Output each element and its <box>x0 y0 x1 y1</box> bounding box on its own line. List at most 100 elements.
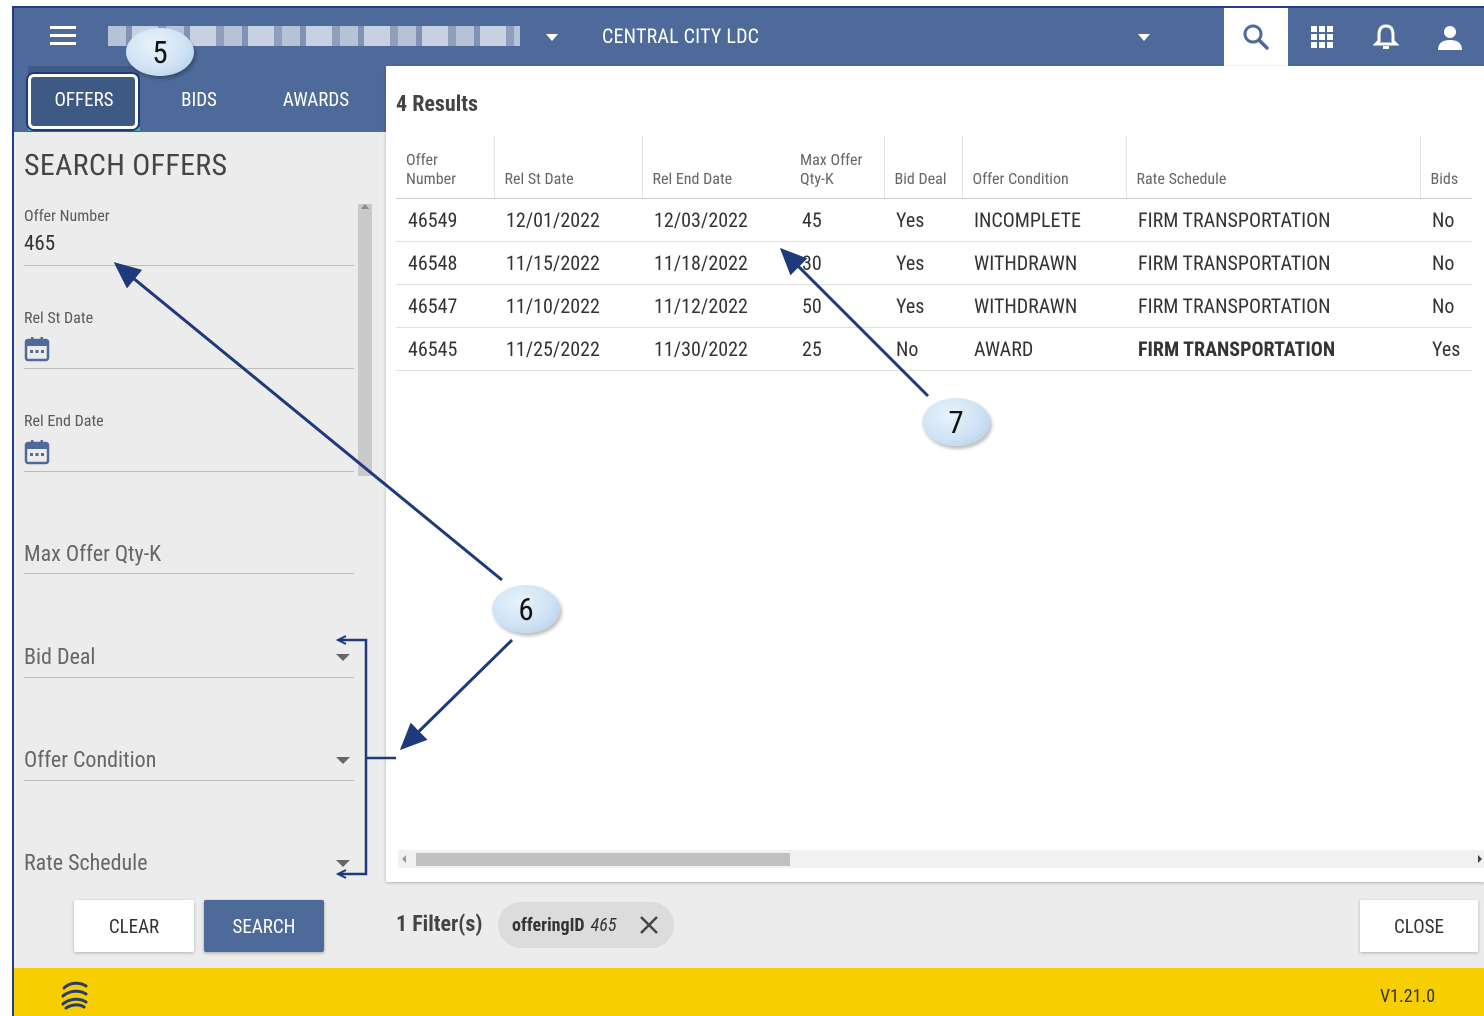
column-header-rel-end-date[interactable]: Rel End Date <box>641 136 790 199</box>
column-header-line2: Number <box>406 168 456 188</box>
column-header-rate-schedule[interactable]: Rate Schedule <box>1125 136 1420 199</box>
table-cell: 11/25/2022 <box>494 327 642 371</box>
company-dropdown-caret-icon[interactable] <box>1138 34 1150 41</box>
offer-condition-chevron-down-icon[interactable] <box>336 757 350 764</box>
rel-end-date-label: Rel End Date <box>24 411 104 430</box>
column-header-bids[interactable]: Bids <box>1419 136 1472 199</box>
bid-deal-chevron-down-icon[interactable] <box>336 654 350 661</box>
results-count: 4 Results <box>396 92 478 117</box>
offer-condition-underline <box>24 780 354 781</box>
search-button[interactable]: SEARCH <box>204 900 324 952</box>
tab-awards[interactable]: AWARDS <box>266 66 366 132</box>
rate-schedule-chevron-down-icon[interactable] <box>336 860 350 867</box>
rel-st-date-underline <box>24 368 354 369</box>
table-cell: Yes <box>884 241 962 285</box>
table-cell: WITHDRAWN <box>962 241 1126 285</box>
table-cell: Yes <box>884 198 962 242</box>
horizontal-scrollbar[interactable] <box>398 850 1484 868</box>
rel-st-date-calendar-icon[interactable] <box>24 336 50 362</box>
scroll-up-arrow-icon[interactable] <box>361 204 369 209</box>
apps-grid-icon[interactable] <box>1290 8 1354 66</box>
close-icon[interactable] <box>638 914 660 936</box>
offer-number-underline <box>24 265 354 266</box>
column-header-line2: Qty-K <box>800 168 834 188</box>
company-logo-icon <box>61 981 88 1010</box>
scroll-right-arrow-icon[interactable] <box>1478 855 1482 863</box>
column-header-max-offer-qty[interactable]: Max Offer Qty-K <box>790 136 884 199</box>
table-cell: 46548 <box>396 241 494 285</box>
menu-icon[interactable] <box>50 26 76 48</box>
table-cell: 12/03/2022 <box>642 198 790 242</box>
max-offer-qty-input[interactable]: Max Offer Qty-K <box>24 542 161 567</box>
column-header-bid-deal[interactable]: Bid Deal <box>883 136 962 199</box>
user-icon[interactable] <box>1418 8 1482 66</box>
table-cell: 46549 <box>396 198 494 242</box>
offer-condition-select[interactable]: Offer Condition <box>24 748 156 773</box>
rel-end-date-underline <box>24 471 354 472</box>
table-cell: FIRM TRANSPORTATION <box>1126 241 1420 285</box>
table-cell: 11/30/2022 <box>642 327 790 371</box>
filter-chip: offeringID 465 <box>498 902 674 948</box>
clear-button[interactable]: CLEAR <box>74 900 194 952</box>
filter-chip-key: offeringID <box>512 914 585 936</box>
footer-bar: V1.21.0 <box>14 968 1484 1016</box>
table-row[interactable]: 46547 11/10/2022 11/12/2022 50 Yes WITHD… <box>396 284 1472 328</box>
bell-icon[interactable] <box>1354 8 1418 66</box>
table-row[interactable]: 46548 11/15/2022 11/18/2022 30 Yes WITHD… <box>396 241 1472 285</box>
table-cell: 25 <box>790 327 884 371</box>
table-row[interactable]: 46549 12/01/2022 12/03/2022 45 Yes INCOM… <box>396 198 1472 242</box>
table-row[interactable]: 46545 11/25/2022 11/30/2022 25 No AWARD … <box>396 327 1472 371</box>
top-bar: CENTRAL CITY LDC <box>14 8 1484 66</box>
column-header-line1: Max Offer <box>800 149 863 169</box>
search-panel: OFFERS BIDS AWARDS SEARCH OFFERS Offer N… <box>14 66 386 966</box>
filter-chip-value: 465 <box>590 914 617 936</box>
table-cell: 11/12/2022 <box>642 284 790 328</box>
column-header-rel-st-date[interactable]: Rel St Date <box>493 136 642 199</box>
table-cell: 12/01/2022 <box>494 198 642 242</box>
search-panel-scrollbar[interactable] <box>358 204 372 476</box>
tab-bids[interactable]: BIDS <box>154 66 244 132</box>
results-panel: 4 Results Offer Number Rel St Date Rel En… <box>386 66 1484 882</box>
table-cell: 11/10/2022 <box>494 284 642 328</box>
app-window: CENTRAL CITY LDC OFFERS BIDS AWARDS SEAR… <box>0 0 1484 1016</box>
offer-number-input[interactable]: 465 <box>24 232 55 256</box>
table-cell: AWARD <box>962 327 1126 371</box>
column-header-line1: Offer <box>406 149 438 169</box>
callout-badge-5: 5 <box>126 28 194 76</box>
rate-schedule-select[interactable]: Rate Schedule <box>24 851 148 876</box>
search-panel-title: SEARCH OFFERS <box>24 148 228 183</box>
column-header-offer-number[interactable]: Offer Number <box>396 136 494 199</box>
account-dropdown-caret-icon[interactable] <box>546 34 558 41</box>
bid-deal-select[interactable]: Bid Deal <box>24 645 95 670</box>
table-cell: FIRM TRANSPORTATION <box>1126 284 1420 328</box>
table-cell: No <box>1420 198 1472 242</box>
callout-badge-7: 7 <box>922 398 990 446</box>
table-header-row: Offer Number Rel St Date Rel End Date Max… <box>396 136 1472 199</box>
table-cell: Yes <box>884 284 962 328</box>
tab-bar: OFFERS BIDS AWARDS <box>14 66 386 132</box>
table-cell: INCOMPLETE <box>962 198 1126 242</box>
rel-st-date-label: Rel St Date <box>24 308 94 327</box>
tab-highlight-annotation <box>28 74 138 129</box>
horizontal-scrollbar-thumb[interactable] <box>416 853 790 866</box>
table-cell: 11/15/2022 <box>494 241 642 285</box>
company-name: CENTRAL CITY LDC <box>602 24 760 48</box>
table-cell: 30 <box>790 241 884 285</box>
table-cell: 46545 <box>396 327 494 371</box>
table-cell: No <box>1420 241 1472 285</box>
offer-number-label: Offer Number <box>24 206 110 225</box>
table-cell: Yes <box>1420 327 1472 371</box>
table-cell: FIRM TRANSPORTATION <box>1126 198 1420 242</box>
table-cell: 50 <box>790 284 884 328</box>
max-offer-qty-underline <box>24 573 354 574</box>
column-header-offer-condition[interactable]: Offer Condition <box>961 136 1126 199</box>
close-button[interactable]: CLOSE <box>1360 900 1478 952</box>
scroll-left-arrow-icon[interactable] <box>402 855 406 863</box>
table-cell: 45 <box>790 198 884 242</box>
table-cell: 46547 <box>396 284 494 328</box>
rel-end-date-calendar-icon[interactable] <box>24 439 50 465</box>
search-icon[interactable] <box>1224 8 1288 66</box>
bid-deal-underline <box>24 677 354 678</box>
table-cell: No <box>884 327 962 371</box>
results-table: Offer Number Rel St Date Rel End Date Max… <box>396 136 1472 371</box>
